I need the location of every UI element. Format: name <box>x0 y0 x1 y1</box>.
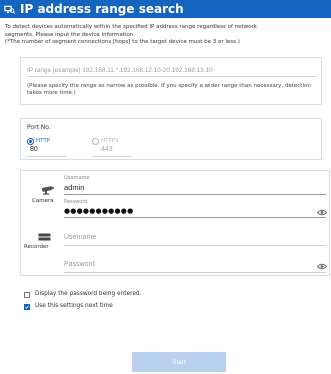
start-button[interactable]: Start <box>132 352 226 372</box>
camera-password-label: Password <box>64 199 88 205</box>
show-password-checkbox[interactable] <box>24 292 30 298</box>
recorder-username-underline <box>64 245 326 246</box>
recorder-label: Recorder <box>24 244 49 250</box>
http-port-underline <box>27 156 67 157</box>
http-port-value[interactable]: 80 <box>30 146 38 153</box>
title-bar: IP address range search <box>0 0 331 18</box>
description-line: (*The number of segment connections [hop… <box>5 39 240 45</box>
https-radio[interactable] <box>92 138 99 145</box>
port-panel: Port No. HTTP 80 HTTPS 443 <box>20 118 322 160</box>
camera-username-underline <box>64 194 326 195</box>
use-settings-checkbox[interactable] <box>24 304 30 310</box>
camera-username-input[interactable]: admin <box>64 183 84 192</box>
description-line: segments. Please input the device inform… <box>5 31 136 38</box>
camera-label: Camera <box>32 198 54 204</box>
eye-icon[interactable] <box>317 263 327 270</box>
http-label: HTTP <box>36 138 51 144</box>
ip-range-input[interactable] <box>27 65 317 77</box>
camera-username-label: Username <box>64 175 90 181</box>
checkmark-icon <box>25 305 29 309</box>
description: To detect devices automatically within t… <box>5 24 327 47</box>
ip-range-note: (Please specify the range as narrow as p… <box>27 83 311 97</box>
camera-icon <box>41 186 55 195</box>
port-title: Port No. <box>27 124 51 131</box>
network-search-icon <box>4 5 15 14</box>
ip-range-panel: (Please specify the range as narrow as p… <box>20 57 322 105</box>
https-port-value: 443 <box>101 146 113 153</box>
https-label: HTTPS <box>101 138 119 144</box>
eye-icon[interactable] <box>317 209 327 216</box>
use-settings-label: Use this settings next time <box>35 303 113 309</box>
window-title: IP address range search <box>20 2 184 16</box>
https-port-underline <box>92 156 132 157</box>
recorder-icon <box>38 233 51 241</box>
recorder-password-underline <box>64 272 326 273</box>
camera-password-input[interactable]: ●●●●●●●●●●● <box>64 207 133 215</box>
description-line: To detect devices automatically within t… <box>5 24 257 30</box>
show-password-label: Display the password being entered. <box>35 291 142 297</box>
camera-password-underline <box>64 217 326 218</box>
recorder-password-input[interactable]: Password <box>64 261 95 268</box>
http-radio[interactable] <box>27 138 34 145</box>
recorder-username-input[interactable]: Username <box>64 234 96 241</box>
credentials-panel: Camera Username admin Password ●●●●●●●●●… <box>20 170 330 276</box>
